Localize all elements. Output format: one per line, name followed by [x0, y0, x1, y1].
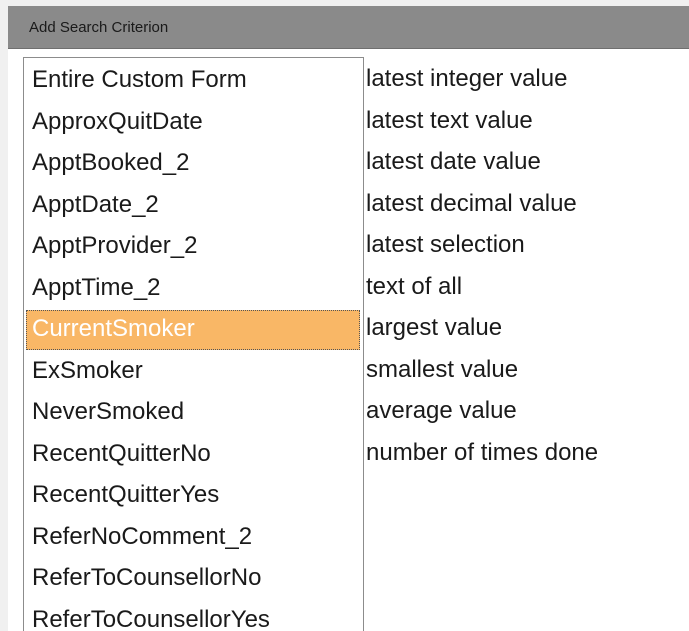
function-item[interactable]: number of times done	[366, 434, 598, 474]
function-item[interactable]: text of all	[366, 268, 462, 308]
field-item[interactable]: ApptTime_2	[26, 269, 360, 309]
function-item[interactable]: latest selection	[366, 226, 525, 266]
field-item[interactable]: ApptProvider_2	[26, 227, 360, 267]
field-item-selected[interactable]: CurrentSmoker	[26, 310, 360, 350]
field-listbox[interactable]: Entire Custom Form ApproxQuitDate ApptBo…	[23, 57, 364, 631]
function-item[interactable]: latest date value	[366, 143, 541, 183]
function-item[interactable]: latest integer value	[366, 60, 567, 100]
field-item[interactable]: ReferToCounsellorYes	[26, 601, 360, 631]
function-item[interactable]: largest value	[366, 309, 502, 349]
field-item[interactable]: ApptBooked_2	[26, 144, 360, 184]
function-item[interactable]: smallest value	[366, 351, 518, 391]
field-item[interactable]: Entire Custom Form	[26, 61, 360, 101]
function-item[interactable]: average value	[366, 392, 517, 432]
field-item[interactable]: ApproxQuitDate	[26, 103, 360, 143]
field-item[interactable]: RecentQuitterYes	[26, 476, 360, 516]
field-item[interactable]: ReferNoComment_2	[26, 518, 360, 558]
dialog-content: Entire Custom Form ApproxQuitDate ApptBo…	[8, 49, 689, 631]
field-item[interactable]: ApptDate_2	[26, 186, 360, 226]
field-item[interactable]: RecentQuitterNo	[26, 435, 360, 475]
field-item[interactable]: NeverSmoked	[26, 393, 360, 433]
function-item[interactable]: latest decimal value	[366, 185, 577, 225]
field-item[interactable]: ExSmoker	[26, 352, 360, 392]
function-listbox[interactable]: latest integer value latest text value l…	[364, 57, 689, 631]
dialog-titlebar: Add Search Criterion	[8, 6, 689, 49]
function-item[interactable]: latest text value	[366, 102, 533, 142]
dialog-title: Add Search Criterion	[29, 19, 169, 36]
field-item[interactable]: ReferToCounsellorNo	[26, 559, 360, 599]
